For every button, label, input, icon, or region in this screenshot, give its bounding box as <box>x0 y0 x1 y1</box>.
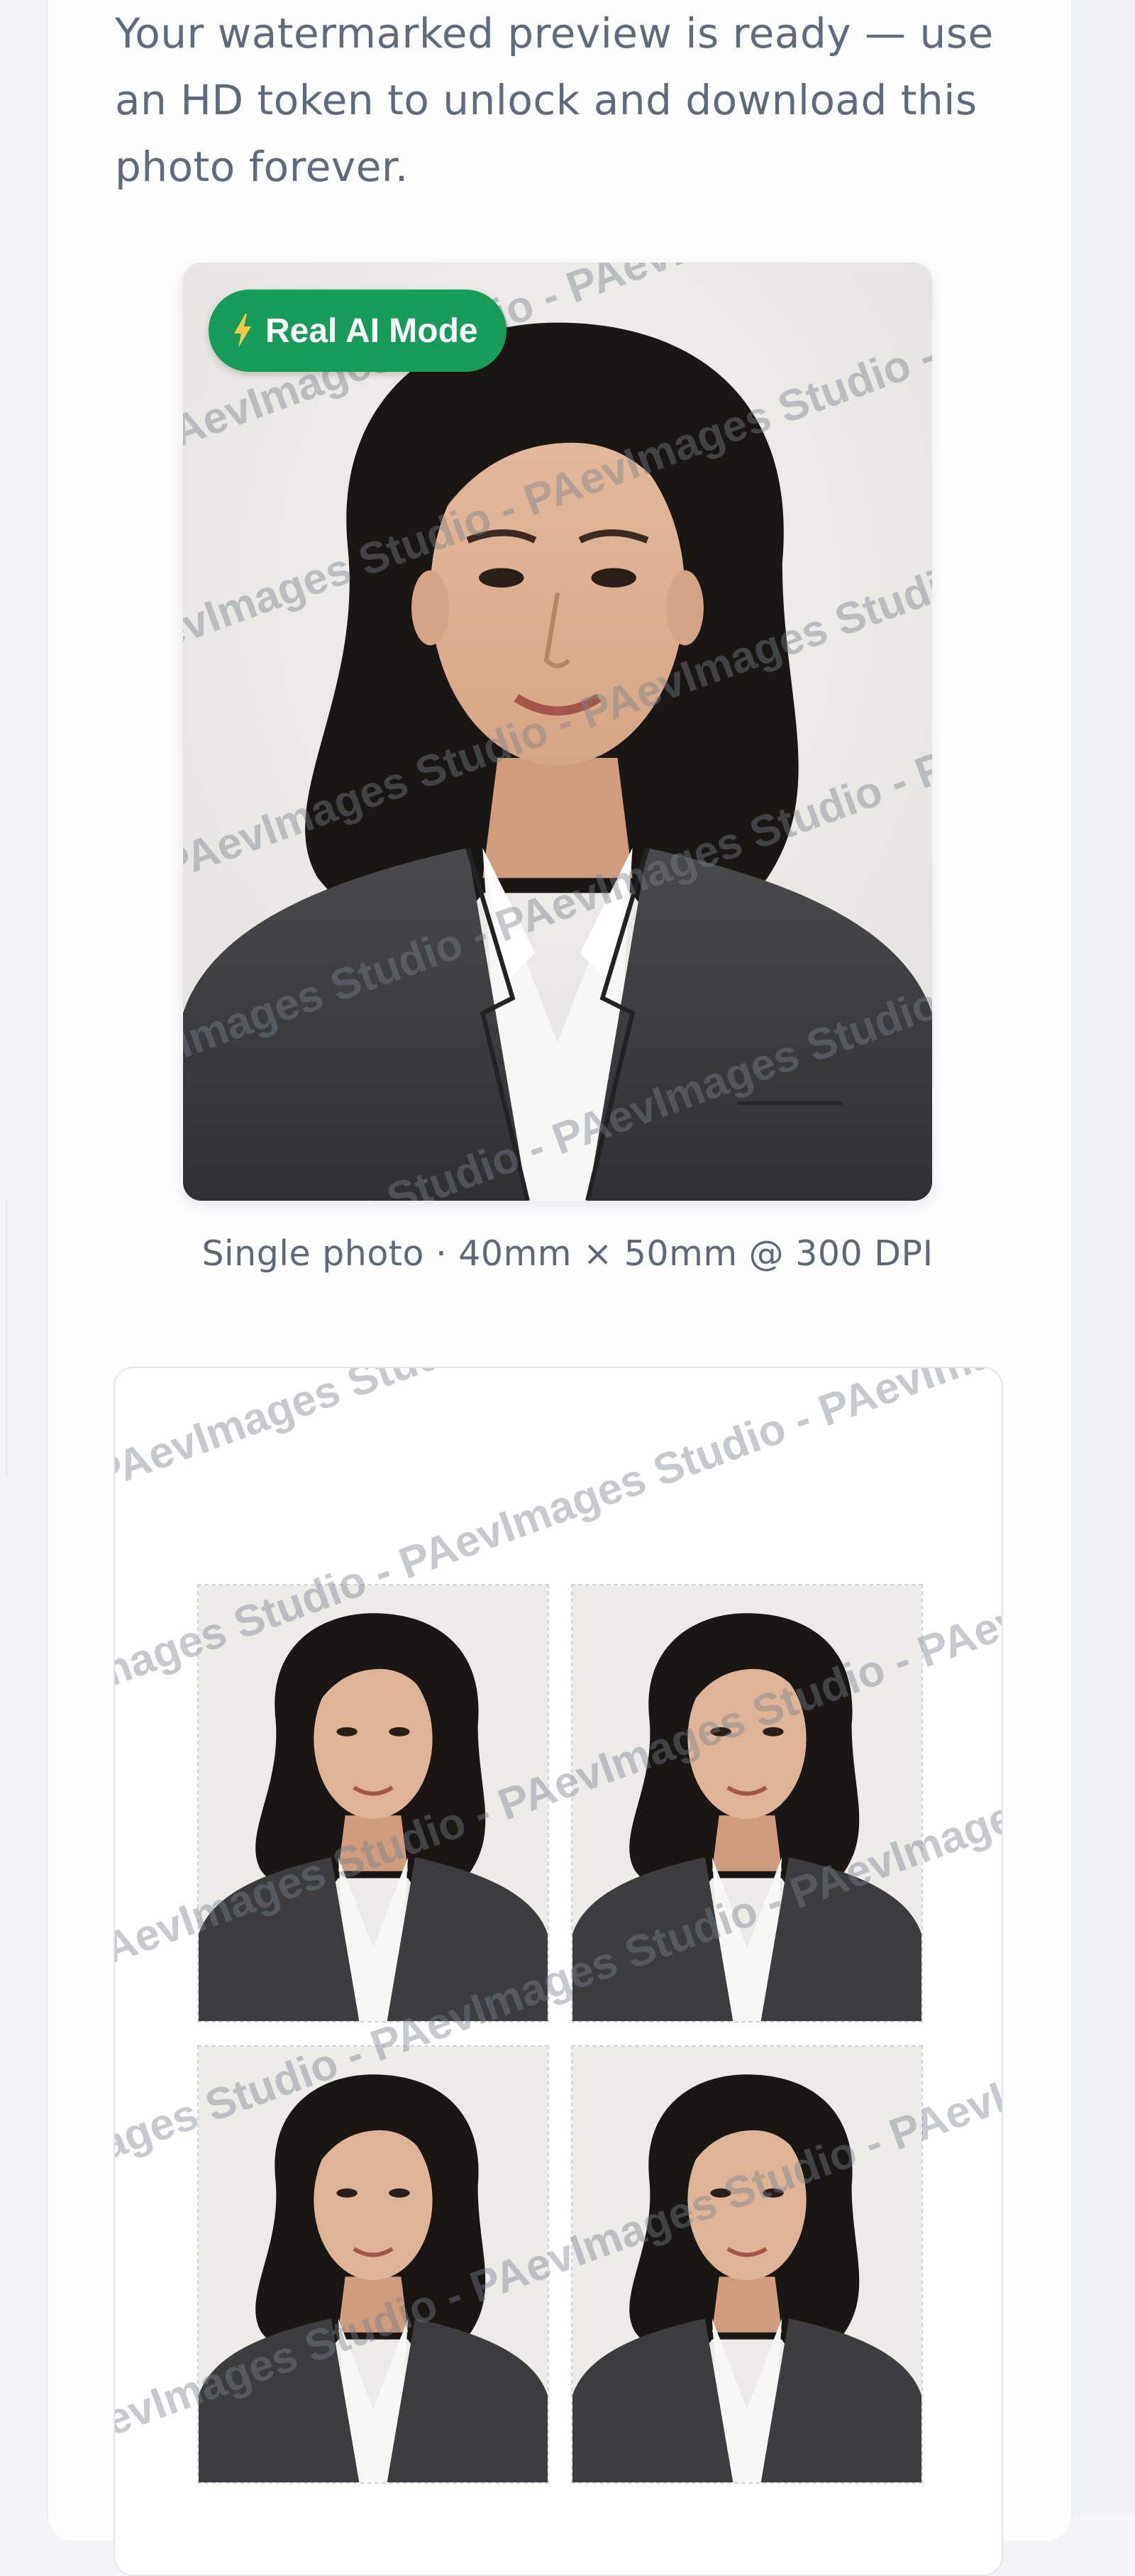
lightning-bolt-icon <box>234 314 251 348</box>
sheet-photo-1 <box>197 1584 549 2022</box>
sheet-photo-2 <box>571 1584 923 2022</box>
sheet-photo-4 <box>571 2045 923 2484</box>
photo-spec-caption: Single photo · 40mm × 50mm @ 300 DPI <box>201 1233 934 1274</box>
portrait-image <box>572 1585 921 2021</box>
sheet-photo-3 <box>197 2045 549 2484</box>
portrait-image <box>572 2047 921 2482</box>
single-photo-preview: PAevImages Studio - PAevImages Studio - … <box>183 263 932 1201</box>
preview-ready-message: Your watermarked preview is ready — use … <box>115 9 994 191</box>
portrait-image <box>183 263 932 1201</box>
portrait-image <box>199 2047 548 2482</box>
watermark-text: PAevImages Studio - PAevImages Studio - … <box>115 1368 1002 1501</box>
print-sheet-preview: PAevImages Studio - PAevImages Studio - … <box>114 1367 1003 2576</box>
badge-label: Real AI Mode <box>265 312 478 350</box>
portrait-image <box>199 1585 548 2021</box>
real-ai-mode-badge: Real AI Mode <box>209 290 506 372</box>
